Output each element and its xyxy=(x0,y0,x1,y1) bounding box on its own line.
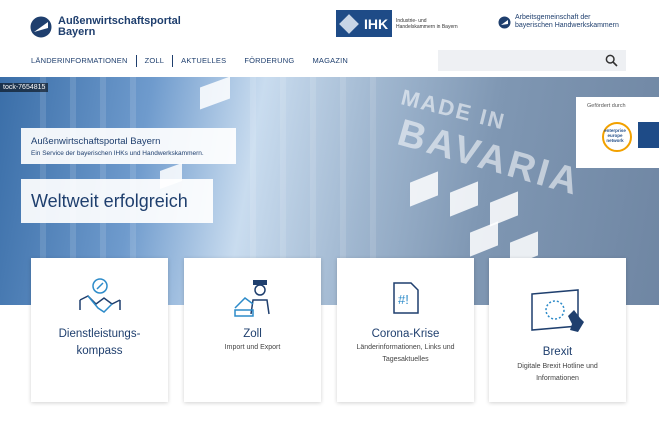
site-logo[interactable]: Außenwirtschaftsportal Bayern xyxy=(30,16,181,38)
handshake-compass-icon xyxy=(78,278,121,313)
search-input[interactable] xyxy=(438,50,626,71)
ihk-label: IHK xyxy=(364,15,389,32)
intro-subtitle: Ein Service der bayerischen IHKs und Han… xyxy=(31,150,204,157)
hashtag-document-icon: #! xyxy=(392,282,419,314)
card-corona-krise[interactable]: #! Corona-Krise Länderinformationen, Lin… xyxy=(337,258,474,402)
card-subtitle: Import und Export xyxy=(224,344,281,351)
card-title: Zoll xyxy=(243,328,262,340)
main-nav: LÄNDERINFORMATIONEN ZOLL AKTUELLES FÖRDE… xyxy=(31,55,356,67)
globe-logo-icon xyxy=(30,16,52,38)
ihk-diamond-icon xyxy=(339,13,359,34)
funding-badge[interactable]: Gefördert durch enterprise europe networ… xyxy=(576,97,659,168)
card-subtitle-line-2: Informationen xyxy=(536,375,579,382)
nav-magazin[interactable]: MAGAZIN xyxy=(302,55,356,67)
image-credit: tock-7654815 xyxy=(0,83,49,92)
nav-foerderung[interactable]: FÖRDERUNG xyxy=(234,55,302,67)
een-logo-text: enterprise europe network xyxy=(604,128,626,143)
arge-line-1: Arbeitsgemeinschaft der xyxy=(515,14,591,21)
eu-uk-flag-icon xyxy=(530,289,584,332)
ihk-logo[interactable]: IHK Industrie- und Handelskammern in Bay… xyxy=(336,10,466,37)
card-subtitle: Länderinformationen, Links und xyxy=(356,344,455,351)
card-title-line-2: kompass xyxy=(76,345,123,357)
nav-laenderinformationen[interactable]: LÄNDERINFORMATIONEN xyxy=(31,55,136,67)
header: Außenwirtschaftsportal Bayern IHK Indust… xyxy=(0,0,659,46)
card-title: Dienstleistungs- xyxy=(58,328,141,340)
nav-zoll[interactable]: ZOLL xyxy=(137,55,173,67)
search-icon[interactable] xyxy=(605,54,618,67)
card-title: Corona-Krise xyxy=(371,328,440,340)
logo-line-2: Bayern xyxy=(58,26,96,38)
eu-flag-icon xyxy=(638,122,659,148)
card-title: Brexit xyxy=(542,346,573,358)
arge-logo[interactable]: Arbeitsgemeinschaft der bayerischen Hand… xyxy=(498,14,619,30)
card-brexit[interactable]: Brexit Digitale Brexit Hotline und Infor… xyxy=(489,258,626,402)
intro-box: Außenwirtschaftsportal Bayern Ein Servic… xyxy=(21,128,236,164)
arge-line-2: bayerischen Handwerkskammern xyxy=(515,22,619,29)
card-subtitle-line-2: Tagesaktuelles xyxy=(382,356,429,363)
card-dienstleistungskompass[interactable]: Dienstleistungs- kompass xyxy=(31,258,168,402)
card-zoll[interactable]: Zoll Import und Export xyxy=(184,258,321,402)
arge-emblem-icon xyxy=(498,16,511,28)
customs-officer-icon xyxy=(233,280,270,317)
claim-box: Weltweit erfolgreich xyxy=(21,179,213,223)
hero-claim: Weltweit erfolgreich xyxy=(31,191,188,211)
nav-aktuelles[interactable]: AKTUELLES xyxy=(173,55,234,67)
svg-text:#!: #! xyxy=(398,292,409,307)
card-subtitle: Digitale Brexit Hotline und xyxy=(517,363,598,370)
funded-label: Gefördert durch xyxy=(587,103,626,109)
intro-title: Außenwirtschaftsportal Bayern xyxy=(31,136,161,147)
ihk-subtitle: Industrie- und Handelskammern in Bayern xyxy=(396,17,458,30)
